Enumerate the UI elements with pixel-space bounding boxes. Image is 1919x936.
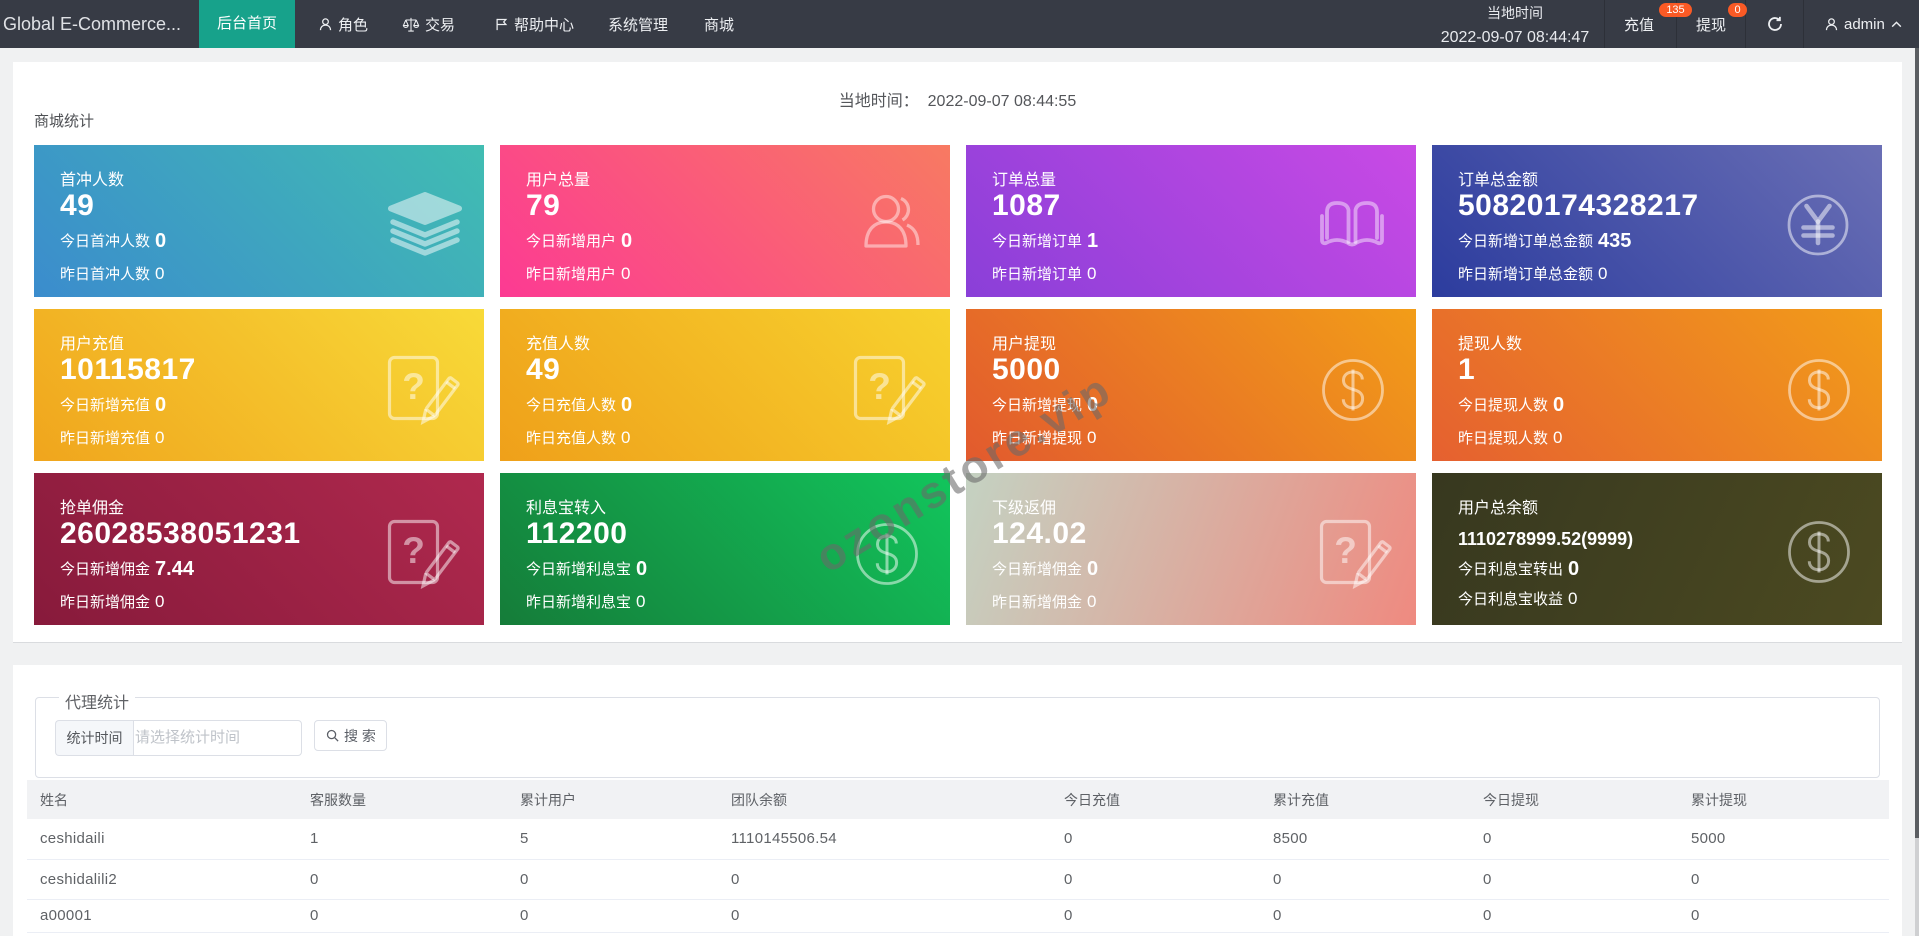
svg-text:?: ? (1334, 530, 1357, 571)
svg-text:?: ? (402, 366, 425, 407)
svg-text:?: ? (868, 366, 891, 407)
svg-text:?: ? (402, 530, 425, 571)
